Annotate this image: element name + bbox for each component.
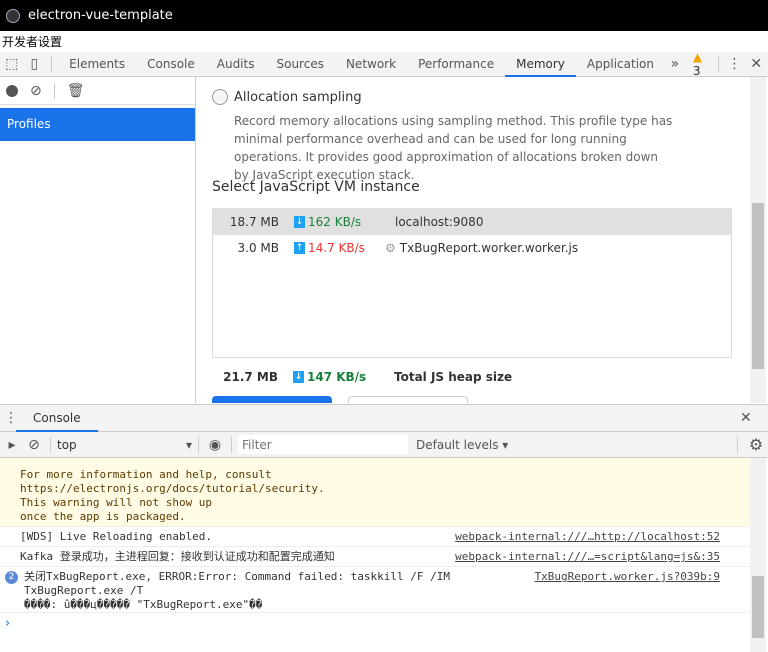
title-bar: electron-vue-template	[0, 0, 768, 31]
menu-bar: 开发者设置	[0, 31, 768, 52]
security-link[interactable]: https://electronjs.org/docs/tutorial/sec…	[20, 482, 318, 495]
arrow-down-icon: ↓	[294, 216, 305, 228]
tab-application[interactable]: Application	[576, 52, 665, 77]
divider	[50, 436, 51, 453]
source-link[interactable]: webpack-internal:///…http://localhost:52	[455, 530, 720, 544]
eye-icon[interactable]: ◉	[205, 437, 225, 453]
divider	[51, 56, 53, 72]
drawer-header: ⋮ Console ✕	[0, 404, 768, 432]
divider	[53, 82, 55, 99]
source-link[interactable]: TxBugReport.worker.js?039b:9	[535, 570, 720, 584]
warning-icon: ▲	[692, 50, 703, 64]
load-button[interactable]	[348, 396, 468, 403]
chevron-down-icon: ▾	[185, 437, 192, 452]
clear-icon[interactable]: ⊘	[30, 83, 42, 99]
tab-audits[interactable]: Audits	[206, 52, 266, 77]
tab-sources[interactable]: Sources	[265, 52, 334, 77]
log-message-repeated: 2 关闭TxBugReport.exe, ERROR:Error: Comman…	[0, 567, 750, 613]
allocation-sampling-description: Record memory allocations using sampling…	[234, 114, 673, 182]
arrow-down-icon: ↓	[293, 371, 304, 383]
console-settings-gear-icon[interactable]: ⚙	[744, 435, 768, 454]
memory-panel: Allocation sampling Record memory alloca…	[197, 77, 750, 403]
warning-message: For more information and help, consult h…	[0, 458, 750, 527]
trash-icon[interactable]: 🗑	[67, 83, 85, 99]
allocation-sampling-radio[interactable]	[212, 89, 228, 105]
menu-item-dev-settings[interactable]: 开发者设置	[2, 35, 62, 49]
tab-elements[interactable]: Elements	[58, 52, 136, 77]
console-messages: For more information and help, consult h…	[0, 458, 750, 652]
divider	[231, 436, 232, 453]
tab-console[interactable]: Console	[136, 52, 206, 77]
drawer-tab-console[interactable]: Console	[16, 405, 98, 432]
kebab-menu-icon[interactable]: ⋮	[725, 56, 745, 72]
window-title: electron-vue-template	[28, 8, 173, 23]
filter-input[interactable]	[238, 435, 408, 454]
tab-performance[interactable]: Performance	[407, 52, 505, 77]
clear-console-icon[interactable]: ⊘	[24, 437, 44, 453]
total-heap-row: 21.7 MB ↓ 147 KB/s Total JS heap size	[223, 370, 513, 384]
more-tabs-button[interactable]: »	[665, 56, 685, 72]
log-message: [WDS] Live Reloading enabled. webpack-in…	[0, 527, 750, 547]
sidebar-item-profiles[interactable]: Profiles	[0, 108, 195, 141]
divider	[737, 436, 738, 453]
warnings-badge[interactable]: ▲ 3	[693, 50, 712, 78]
console-prompt[interactable]: ›	[5, 616, 10, 631]
vm-instance-row[interactable]: 3.0 MB ↑ 14.7 KB/s ⚙ TxBugReport.worker.…	[213, 235, 731, 261]
device-toolbar-icon[interactable]: ▯	[24, 56, 46, 72]
profiles-sidebar: ⊘ 🗑 Profiles	[0, 77, 196, 403]
vm-instance-list: 18.7 MB ↓ 162 KB/s localhost:9080 3.0 MB…	[212, 208, 732, 358]
close-devtools-icon[interactable]: ✕	[744, 56, 768, 72]
tab-memory[interactable]: Memory	[505, 52, 576, 77]
inspect-element-icon[interactable]: ⬚	[0, 56, 24, 72]
tab-network[interactable]: Network	[335, 52, 407, 77]
close-drawer-icon[interactable]: ✕	[740, 410, 752, 426]
log-message: Kafka 登录成功，主进程回复：接收到认证成功和配置完成通知 webpack-…	[0, 547, 750, 567]
log-levels-dropdown[interactable]: Default levels ▾	[416, 438, 508, 452]
console-scrollbar[interactable]	[750, 458, 766, 652]
devtools-tab-bar: ⬚ ▯ Elements Console Audits Sources Netw…	[0, 50, 768, 78]
gear-icon: ⚙	[385, 241, 396, 255]
divider	[717, 56, 719, 72]
divider	[198, 436, 199, 453]
vm-section-title: Select JavaScript VM instance	[212, 179, 420, 195]
vm-instance-row[interactable]: 18.7 MB ↓ 162 KB/s localhost:9080	[213, 209, 731, 235]
console-toolbar: ▸ ⊘ top▾ ◉ Default levels ▾ ⚙	[0, 432, 768, 458]
sidebar-toggle-icon[interactable]: ▸	[0, 437, 24, 453]
allocation-sampling-label: Allocation sampling	[234, 89, 362, 105]
panel-scrollbar[interactable]	[750, 77, 766, 403]
record-icon[interactable]	[6, 84, 18, 97]
source-link[interactable]: webpack-internal:///…=script&lang=js&:35	[455, 550, 720, 564]
repeat-count-badge: 2	[5, 571, 18, 584]
arrow-up-icon: ↑	[294, 242, 305, 254]
context-select[interactable]: top ▾	[57, 438, 192, 452]
electron-logo-icon	[6, 8, 20, 23]
start-button[interactable]	[212, 396, 332, 403]
